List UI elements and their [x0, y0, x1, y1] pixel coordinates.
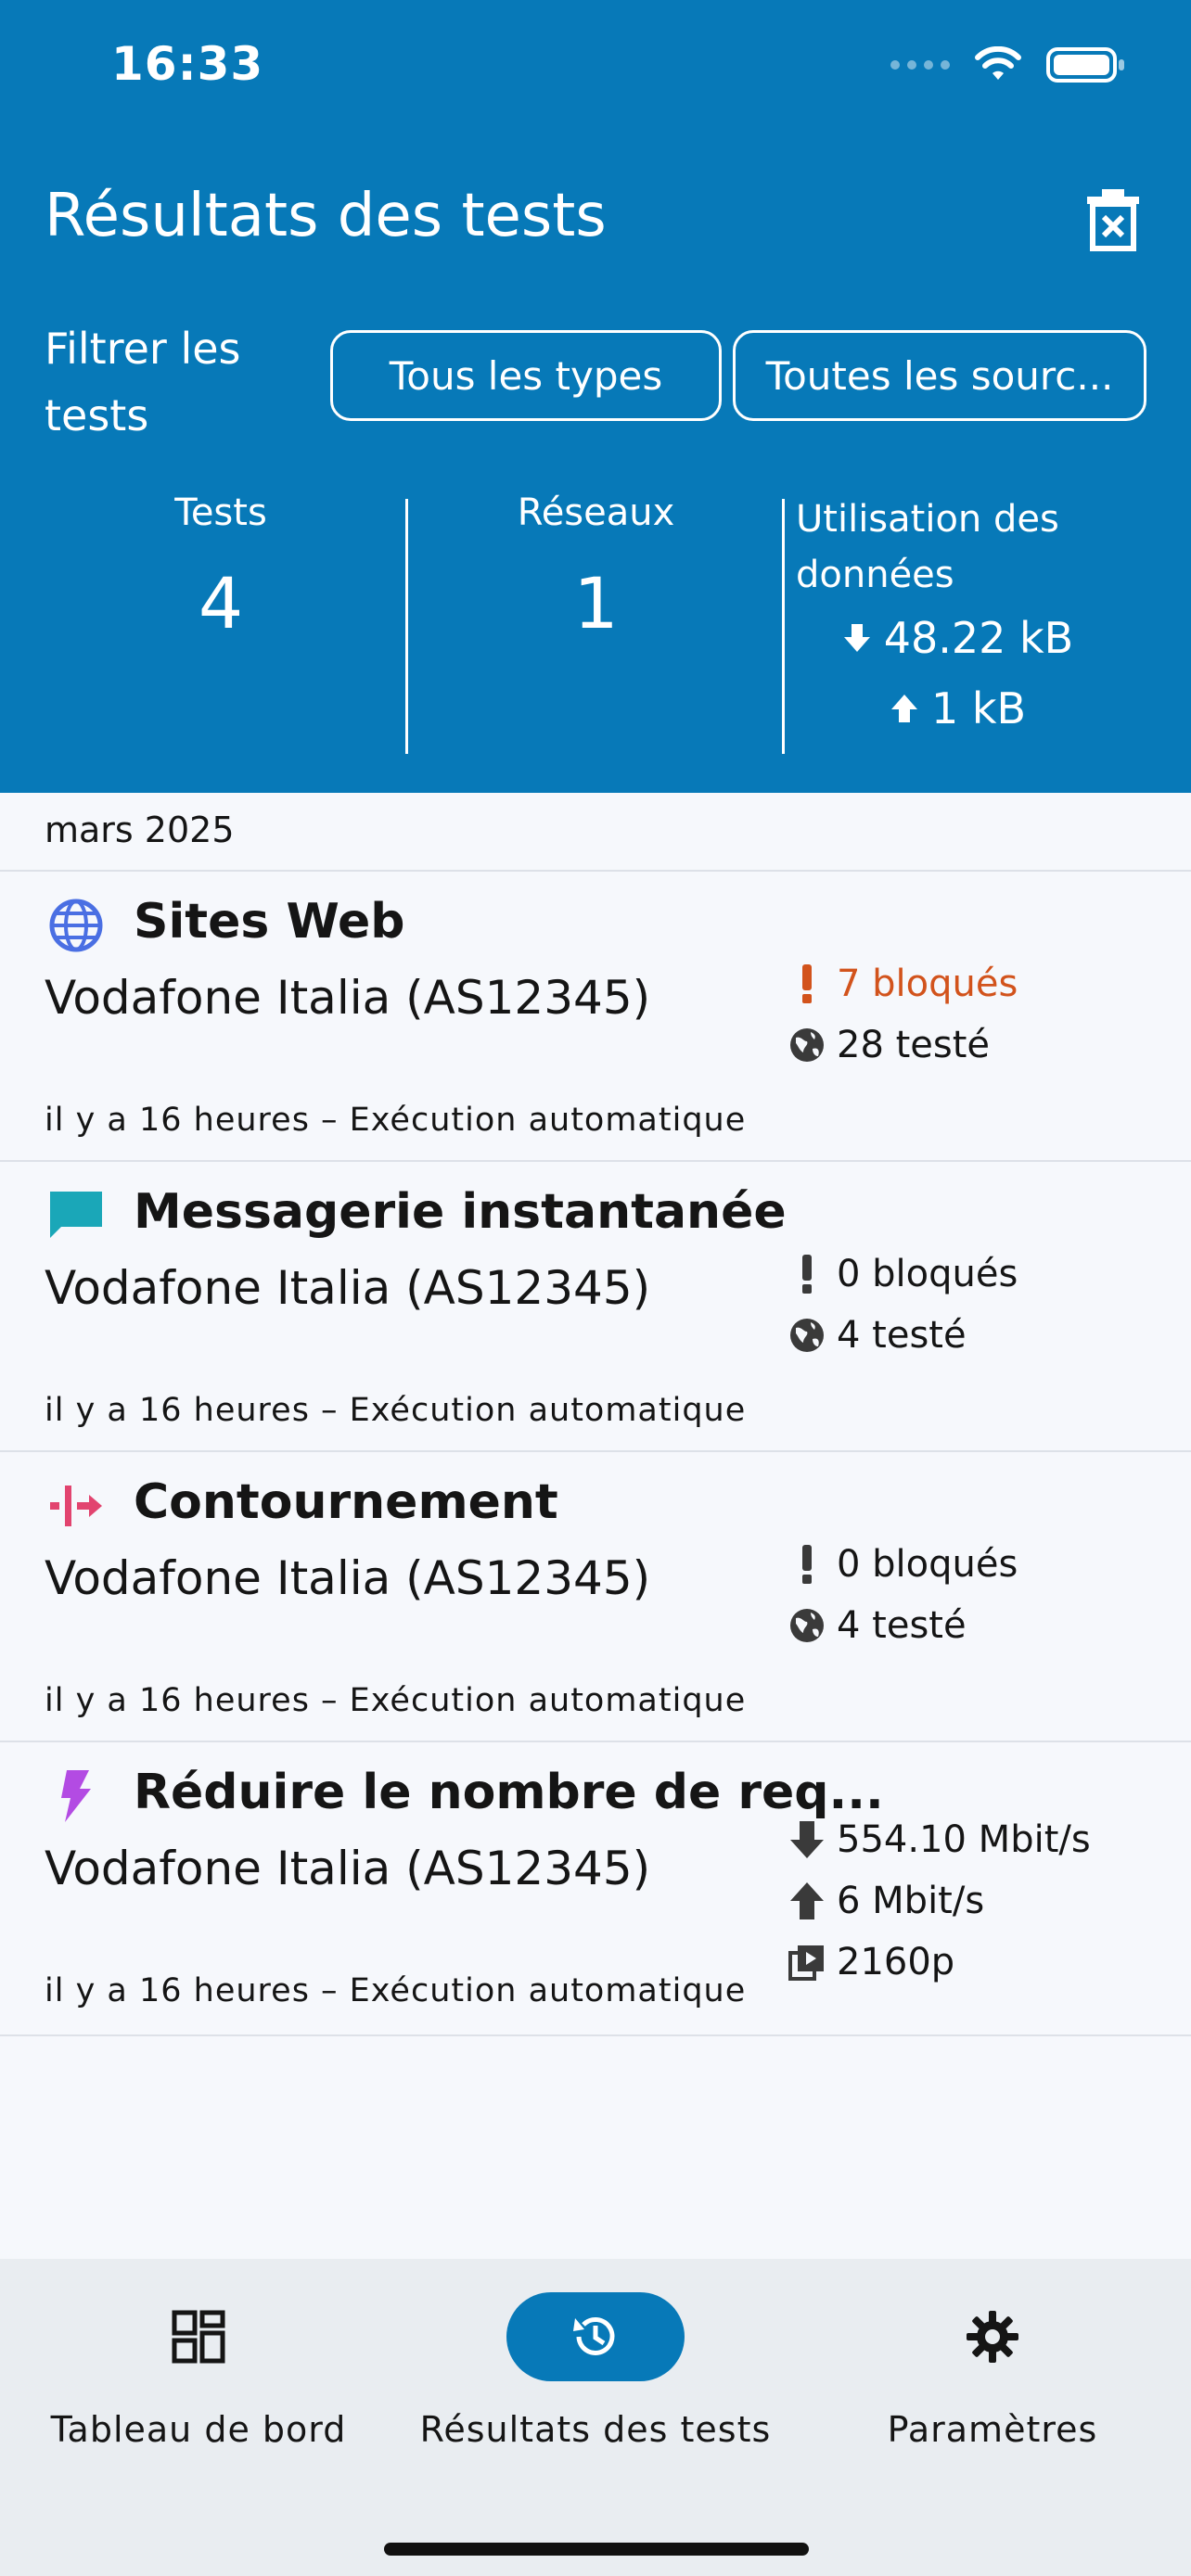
tests-value: 4 — [198, 562, 244, 644]
status-icons — [890, 46, 1124, 83]
data-download-row: 48.22 kB — [805, 603, 1111, 673]
data-upload-value: 1 kB — [930, 683, 1027, 733]
nav-label: Résultats des tests — [419, 2409, 772, 2450]
blocked-text: 0 bloqués — [837, 1253, 1018, 1295]
test-meta: il y a 16 heures – Exécution automatique — [45, 1102, 747, 1139]
test-result-row[interactable]: Messagerie instantanée Vodafone Italia (… — [0, 1162, 1191, 1452]
nav-pill — [903, 2292, 1082, 2381]
tests-label: Tests — [174, 491, 267, 534]
blocked-count: 7 bloqués — [787, 953, 1018, 1014]
history-icon — [573, 2316, 615, 2355]
tested-count: 4 testé — [787, 1595, 1018, 1656]
network-name: Vodafone Italia (AS12345) — [45, 1551, 651, 1605]
download-text: 554.10 Mbit/s — [837, 1818, 1091, 1861]
battery-icon — [1046, 47, 1124, 83]
nav-dashboard[interactable]: Tableau de bord — [0, 2259, 397, 2491]
upload-icon — [787, 1881, 827, 1921]
filter-types-button[interactable]: Tous les types — [330, 330, 722, 421]
tested-count: 4 testé — [787, 1305, 1018, 1366]
earth-icon — [787, 1605, 827, 1646]
data-download-value: 48.22 kB — [883, 613, 1074, 663]
test-title: Contournement — [134, 1474, 558, 1530]
earth-icon — [787, 1025, 827, 1065]
gear-icon — [967, 2311, 1018, 2363]
nav-label: Tableau de bord — [50, 2409, 347, 2450]
nav-settings[interactable]: Paramètres — [794, 2259, 1191, 2491]
blocked-count: 0 bloqués — [787, 1243, 1018, 1305]
video-icon — [787, 1942, 827, 1983]
data-usage-label: Utilisation des données — [796, 498, 1059, 596]
status-time: 16:33 — [111, 37, 264, 91]
test-title: Messagerie instantanée — [134, 1184, 787, 1240]
circumvention-icon — [50, 1486, 102, 1526]
chat-icon — [50, 1192, 102, 1238]
tested-count: 28 testé — [787, 1014, 1018, 1076]
test-result-row[interactable]: Réduire le nombre de req... Vodafone Ita… — [0, 1742, 1191, 2034]
test-stats: 554.10 Mbit/s 6 Mbit/s 2160p — [787, 1809, 1091, 1993]
tested-text: 28 testé — [837, 1024, 991, 1066]
page-title: Résultats des tests — [45, 182, 607, 250]
download-icon — [787, 1819, 827, 1860]
tests-stat: Tests 4 — [35, 482, 406, 737]
blocked-count: 0 bloqués — [787, 1534, 1018, 1595]
data-upload-row: 1 kB — [805, 673, 1111, 744]
month-header: mars 2025 — [45, 810, 235, 850]
networks-stat: Réseaux 1 — [408, 482, 784, 737]
exclamation-icon — [787, 1254, 827, 1294]
test-result-row[interactable]: Sites Web Vodafone Italia (AS12345) il y… — [0, 872, 1191, 1162]
upload-text: 6 Mbit/s — [837, 1880, 985, 1922]
nav-pill-active — [506, 2292, 685, 2381]
nav-label: Paramètres — [887, 2409, 1098, 2450]
wifi-icon — [975, 46, 1021, 80]
download-speed: 554.10 Mbit/s — [787, 1809, 1091, 1870]
test-title: Réduire le nombre de req... — [134, 1765, 884, 1820]
nav-pill — [109, 2292, 288, 2381]
test-stats: 0 bloqués 4 testé — [787, 1534, 1018, 1656]
test-meta: il y a 16 heures – Exécution automatique — [45, 1682, 747, 1719]
networks-value: 1 — [573, 562, 619, 644]
test-result-row[interactable]: Contournement Vodafone Italia (AS12345) … — [0, 1452, 1191, 1742]
dashboard-icon — [172, 2310, 225, 2364]
download-arrow-icon — [843, 624, 870, 652]
filter-label: Filtrer les tests — [45, 324, 241, 440]
networks-label: Réseaux — [517, 491, 675, 534]
video-text: 2160p — [837, 1941, 955, 1983]
test-meta: il y a 16 heures – Exécution automatique — [45, 1972, 747, 2009]
divider — [0, 2034, 1191, 2036]
test-stats: 7 bloqués 28 testé — [787, 953, 1018, 1076]
earth-icon — [787, 1315, 827, 1356]
exclamation-icon — [787, 963, 827, 1004]
cellular-signal-icon — [890, 60, 950, 70]
bottom-navigation: Tableau de bord Résultats des tests Para… — [0, 2259, 1191, 2576]
delete-all-icon[interactable] — [1083, 187, 1143, 252]
test-stats: 0 bloqués 4 testé — [787, 1243, 1018, 1366]
tested-text: 4 testé — [837, 1314, 967, 1357]
filter-sources-button[interactable]: Toutes les sourc... — [733, 330, 1146, 421]
header: 16:33 Résultats des tests Filtrer les te… — [0, 0, 1191, 793]
blocked-text: 7 bloqués — [837, 963, 1018, 1005]
network-name: Vodafone Italia (AS12345) — [45, 1842, 651, 1895]
home-indicator — [384, 2543, 809, 2556]
tested-text: 4 testé — [837, 1604, 967, 1647]
blocked-text: 0 bloqués — [837, 1543, 1018, 1586]
network-name: Vodafone Italia (AS12345) — [45, 1261, 651, 1315]
globe-icon — [49, 899, 103, 952]
network-name: Vodafone Italia (AS12345) — [45, 971, 651, 1025]
upload-arrow-icon — [890, 695, 917, 722]
stats-divider — [782, 499, 785, 754]
exclamation-icon — [787, 1544, 827, 1585]
test-meta: il y a 16 heures – Exécution automatique — [45, 1392, 747, 1429]
nav-results[interactable]: Résultats des tests — [397, 2259, 794, 2491]
test-title: Sites Web — [134, 894, 405, 950]
video-quality: 2160p — [787, 1932, 1091, 1993]
upload-speed: 6 Mbit/s — [787, 1870, 1091, 1932]
lightning-icon — [61, 1770, 91, 1822]
stats-summary: Tests 4 Réseaux 1 Utilisation des donnée… — [0, 482, 1191, 754]
data-usage-stat: Utilisation des données 48.22 kB 1 kB — [796, 482, 1185, 744]
